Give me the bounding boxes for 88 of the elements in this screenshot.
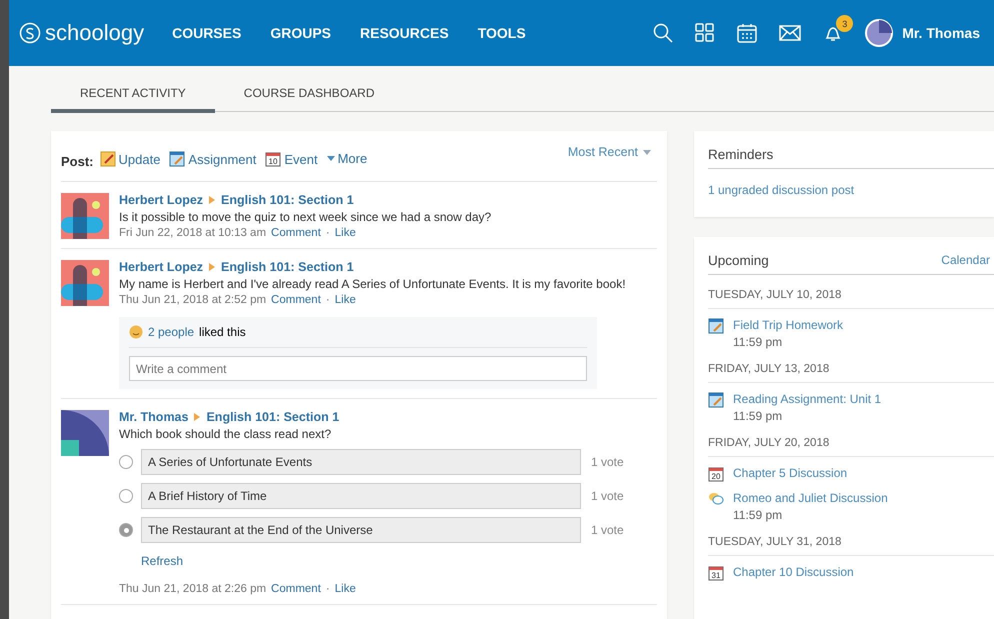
date-heading: TUESDAY, JULY 31, 2018	[708, 522, 994, 556]
poll-option: A Brief History of Time	[141, 483, 581, 509]
avatar-icon	[865, 19, 894, 47]
assignment-icon	[169, 151, 186, 167]
card-title: Upcoming	[708, 253, 769, 268]
caret-icon	[643, 150, 651, 154]
search-icon[interactable]	[653, 23, 674, 43]
date-heading: FRIDAY, JULY 20, 2018	[708, 423, 994, 457]
date-heading: TUESDAY, JULY 10, 2018	[708, 275, 994, 309]
tab[interactable]: COURSE DASHBOARD	[214, 86, 404, 113]
avatar-icon	[61, 260, 109, 306]
assignment-icon	[708, 392, 724, 408]
calendar-icon: 10	[265, 151, 282, 167]
calendar-link[interactable]: Calendar	[941, 253, 990, 268]
triangle-icon	[209, 263, 216, 271]
nav-link[interactable]: GROUPS	[270, 25, 331, 41]
post-text: Which book should the class read next?	[119, 427, 332, 441]
poll-option: A Series of Unfortunate Events	[141, 449, 581, 475]
post-label: Post:	[61, 154, 94, 169]
event-time: 11:59 pm	[733, 508, 784, 522]
speech-bubble-icon	[708, 491, 724, 507]
refresh-link[interactable]: Refresh	[141, 554, 657, 568]
like-link[interactable]: Like	[334, 294, 356, 306]
likers-link[interactable]: 2 people	[148, 325, 194, 339]
author-link[interactable]: Herbert Lopez	[119, 193, 204, 207]
date-heading: FRIDAY, JULY 13, 2018	[708, 349, 994, 383]
nav-link[interactable]: RESOURCES	[360, 25, 449, 41]
assignment-icon	[708, 318, 724, 334]
calendar-icon: 31	[708, 565, 724, 581]
avatar-icon	[61, 193, 109, 239]
logo-icon	[19, 22, 41, 44]
likes-text: liked this	[199, 325, 246, 339]
triangle-icon	[209, 196, 216, 204]
post-time: Thu Jun 21, 2018 at 2:26 pm	[119, 583, 266, 595]
vote-count: 1 vote	[591, 455, 624, 469]
separator: ·	[326, 227, 330, 239]
radio-button[interactable]	[119, 455, 133, 469]
separator: ·	[326, 294, 330, 306]
comment-link[interactable]: Comment	[271, 294, 321, 306]
nav-link[interactable]: COURSES	[172, 25, 242, 41]
reminder-link[interactable]: 1 ungraded discussion post	[708, 183, 854, 197]
post-text: My name is Herbert and I've already read A Series of Unfortunate Events. It is my favorite book!	[119, 277, 627, 291]
like-link[interactable]: Like	[334, 227, 356, 239]
event-link[interactable]: Chapter 10 Discussion	[733, 565, 854, 579]
course-link[interactable]: English 101: Section 1	[221, 260, 354, 274]
user-menu[interactable]: Mr. Thomas	[865, 19, 980, 47]
post-action[interactable]: More	[326, 151, 368, 166]
card-title: Reminders	[708, 147, 774, 162]
post-text: Is it possible to move the quiz to next week since we had a snow day?	[119, 210, 492, 224]
author-link[interactable]: Herbert Lopez	[119, 260, 204, 274]
post-action[interactable]: Update	[100, 151, 160, 167]
nav-link[interactable]: TOOLS	[478, 25, 526, 41]
post-time: Thu Jun 21, 2018 at 2:52 pm	[119, 294, 266, 306]
vote-count: 1 vote	[591, 523, 624, 537]
logo[interactable]: schoology	[19, 20, 144, 46]
course-link[interactable]: English 101: Section 1	[221, 193, 354, 207]
separator: ·	[326, 583, 330, 595]
event-link[interactable]: Reading Assignment: Unit 1	[733, 392, 882, 406]
vote-count: 1 vote	[591, 489, 624, 503]
calendar-icon: 20	[708, 466, 724, 482]
event-time: 11:59 pm	[733, 335, 784, 349]
note-icon	[100, 151, 116, 167]
event-link[interactable]: Chapter 5 Discussion	[733, 466, 848, 480]
envelope-icon[interactable]	[779, 25, 802, 41]
author-link[interactable]: Mr. Thomas	[119, 410, 188, 424]
post-action[interactable]: Assignment	[169, 151, 256, 167]
smiley-icon	[129, 325, 143, 339]
radio-button[interactable]	[119, 489, 133, 503]
comment-link[interactable]: Comment	[271, 583, 321, 595]
tab[interactable]: RECENT ACTIVITY	[51, 86, 215, 113]
course-link[interactable]: English 101: Section 1	[206, 410, 340, 424]
calendar-icon[interactable]	[737, 23, 758, 43]
notification-badge: 3	[836, 15, 854, 32]
grid-icon[interactable]	[695, 23, 716, 43]
like-link[interactable]: Like	[334, 583, 356, 595]
poll-option: The Restaurant at the End of the Universe	[141, 517, 581, 543]
comment-field[interactable]: Write a comment	[129, 356, 587, 381]
avatar-icon	[61, 410, 109, 456]
caret-icon	[326, 156, 335, 161]
event-link[interactable]: Field Trip Homework	[733, 318, 844, 332]
post-time: Fri Jun 22, 2018 at 10:13 am	[119, 227, 266, 239]
comment-link[interactable]: Comment	[271, 227, 321, 239]
sort-dropdown[interactable]: Most Recent	[568, 145, 651, 159]
post-action[interactable]: 10 Event	[265, 151, 318, 167]
radio-button[interactable]	[119, 523, 133, 537]
event-time: 11:59 pm	[733, 409, 784, 423]
triangle-icon	[194, 413, 200, 421]
event-link[interactable]: Romeo and Juliet Discussion	[733, 491, 888, 505]
